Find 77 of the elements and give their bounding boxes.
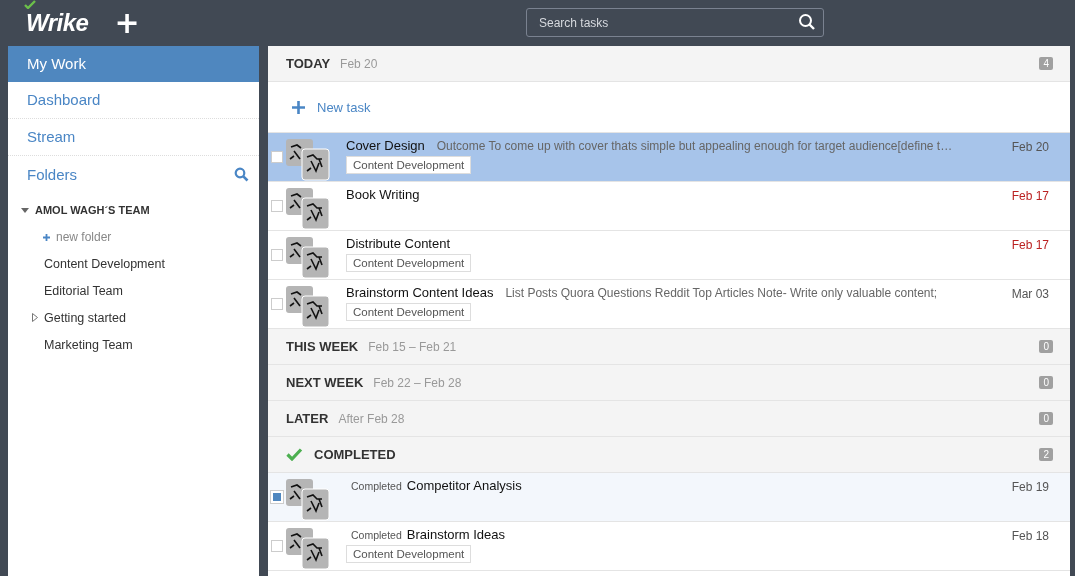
due-date: Feb 17: [1010, 237, 1050, 254]
task-row[interactable]: Cover Design Outcome To come up with cover thats simple but appealing enough for target audience[define t… Content Development Feb 20: [268, 133, 1070, 182]
count-badge: 4: [1039, 57, 1053, 70]
avatar-stack-icon: [286, 286, 330, 328]
team-name[interactable]: AMOL WAGH´S TEAM: [35, 204, 150, 216]
folder-tag[interactable]: Content Development: [346, 254, 472, 272]
task-checkbox[interactable]: [271, 540, 283, 552]
task-title[interactable]: Cover Design: [346, 138, 425, 153]
due-date: Feb 17: [1010, 188, 1050, 205]
section-title: NEXT WEEK: [286, 375, 364, 390]
nav-item[interactable]: My Work: [8, 46, 259, 82]
folders-heading[interactable]: Folders: [27, 165, 78, 183]
plus-icon[interactable]: [43, 233, 50, 241]
task-row[interactable]: Distribute Content Content Development Feb 17: [268, 231, 1070, 280]
due-date: Feb 19: [1010, 479, 1050, 496]
task-checkbox[interactable]: [271, 249, 283, 261]
task-row[interactable]: Book Writing Feb 17: [268, 182, 1070, 231]
search-icon[interactable]: [798, 13, 816, 31]
section-header[interactable]: THIS WEEK Feb 15 – Feb 21 0: [268, 329, 1070, 365]
task-description: List Posts Quora Questions Reddit Top Articles Note- Write only valuable content;: [505, 286, 938, 300]
task-row[interactable]: Completed Brainstorm Ideas Content Development Feb 18: [268, 522, 1070, 571]
date-range: Feb 20: [340, 56, 378, 71]
logo-check-icon: [24, 0, 36, 9]
folder-tag[interactable]: Content Development: [346, 156, 472, 174]
avatar-stack-icon: [286, 188, 330, 230]
count-badge: 2: [1039, 448, 1053, 461]
task-checkbox[interactable]: [271, 298, 283, 310]
date-range: Feb 22 – Feb 28: [373, 375, 462, 390]
section-header[interactable]: NEXT WEEK Feb 22 – Feb 28 0: [268, 365, 1070, 401]
search-field[interactable]: Search tasks: [526, 8, 824, 37]
status-label: Completed: [351, 529, 402, 541]
folder-tag[interactable]: Content Development: [346, 303, 472, 321]
folder-item[interactable]: Marketing Team: [44, 337, 133, 352]
nav-item[interactable]: Stream: [8, 119, 259, 156]
folder-item[interactable]: Editorial Team: [44, 283, 123, 298]
due-date: Feb 20: [1010, 139, 1050, 156]
section-title: TODAY: [286, 56, 331, 71]
logo[interactable]: Wrike: [26, 9, 89, 37]
task-description: Outcome To come up with cover thats simple but appealing enough for target audience[define t…: [436, 139, 953, 153]
section-title: LATER: [286, 411, 329, 426]
due-date: Mar 03: [1010, 286, 1050, 303]
folder-item[interactable]: Content Development: [44, 256, 165, 271]
count-badge: 0: [1039, 376, 1053, 389]
plus-icon[interactable]: [292, 100, 305, 114]
new-folder-link[interactable]: new folder: [56, 230, 112, 244]
status-label: Completed: [351, 480, 402, 492]
section-title: COMPLETED: [314, 447, 396, 462]
date-range: Feb 15 – Feb 21: [368, 339, 457, 354]
new-task-link[interactable]: New task: [317, 99, 371, 115]
section-header[interactable]: TODAY Feb 20 4: [268, 46, 1070, 82]
section-header[interactable]: LATER After Feb 28 0: [268, 401, 1070, 437]
avatar-stack-icon: [286, 528, 330, 570]
date-range: After Feb 28: [338, 411, 405, 426]
task-checkbox[interactable]: [271, 151, 283, 163]
folder-tag[interactable]: Content Development: [346, 545, 472, 563]
task-title[interactable]: Brainstorm Content Ideas: [346, 285, 494, 300]
task-row[interactable]: Completed Competitor Analysis Feb 19: [268, 473, 1070, 522]
expand-arrow-icon[interactable]: [21, 207, 29, 213]
add-button[interactable]: +: [110, 8, 144, 38]
expand-arrow-icon[interactable]: [32, 313, 38, 322]
due-date: Feb 18: [1010, 528, 1050, 545]
folder-item[interactable]: Getting started: [44, 310, 126, 325]
search-icon[interactable]: [234, 166, 249, 182]
task-title[interactable]: Brainstorm Ideas: [406, 527, 506, 542]
section-header[interactable]: COMPLETED 2: [268, 437, 1070, 473]
task-title[interactable]: Distribute Content: [346, 236, 451, 251]
avatar-stack-icon: [286, 237, 330, 279]
task-title[interactable]: Book Writing: [346, 187, 420, 202]
task-checkbox[interactable]: [271, 200, 283, 212]
count-badge: 0: [1039, 340, 1053, 353]
task-title[interactable]: Competitor Analysis: [406, 478, 522, 493]
check-icon: [286, 448, 303, 461]
section-title: THIS WEEK: [286, 339, 359, 354]
nav-item[interactable]: Dashboard: [8, 82, 259, 119]
avatar-stack-icon: [286, 479, 330, 521]
avatar-stack-icon: [286, 139, 330, 181]
count-badge: 0: [1039, 412, 1053, 425]
